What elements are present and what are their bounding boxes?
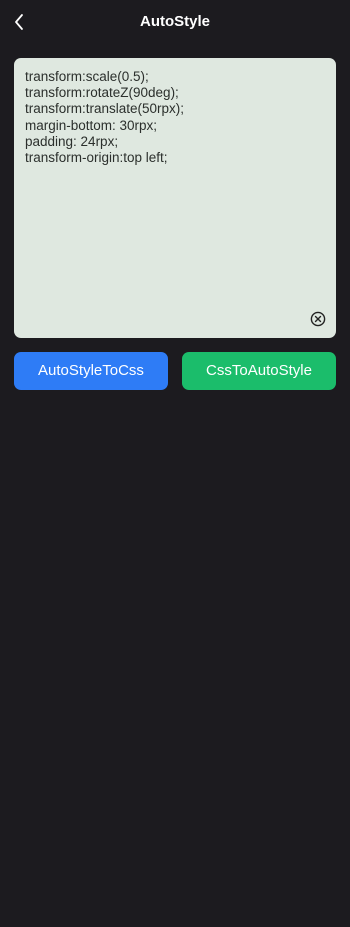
css-to-autostyle-button[interactable]: CssToAutoStyle [182, 352, 336, 390]
close-circle-icon [310, 311, 326, 327]
nav-bar: AutoStyle [0, 0, 350, 44]
autostyle-to-css-button[interactable]: AutoStyleToCss [14, 352, 168, 390]
page-title: AutoStyle [139, 13, 210, 30]
app-screen: AutoStyle transform:scale(0.5); transfor… [0, 0, 350, 927]
action-buttons: AutoStyleToCss CssToAutoStyle [14, 352, 336, 390]
clear-button[interactable] [310, 311, 326, 327]
css-editor: transform:scale(0.5); transform:rotateZ(… [14, 58, 336, 338]
style-input[interactable]: transform:scale(0.5); transform:rotateZ(… [25, 69, 325, 302]
